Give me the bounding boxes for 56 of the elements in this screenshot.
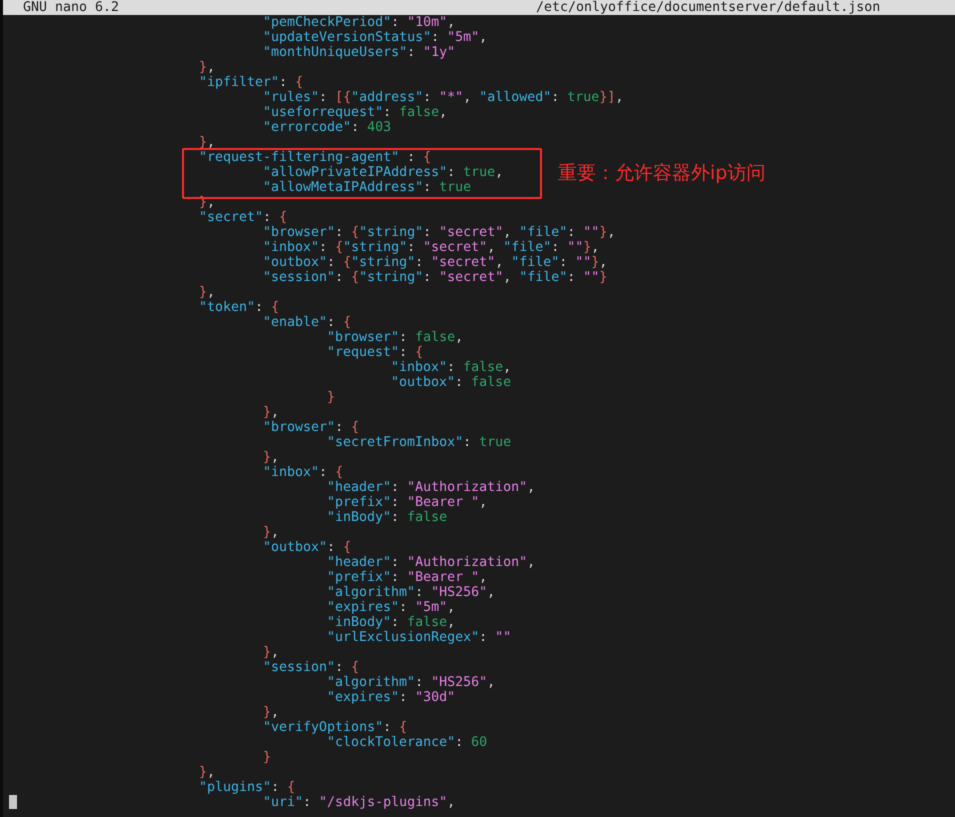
code-line: "outbox": false: [391, 375, 512, 390]
code-line: "browser": {: [263, 420, 360, 435]
code-line: "updateVersionStatus": "5m",: [263, 30, 488, 45]
code-line: "prefix": "Bearer ",: [327, 570, 488, 585]
code-line: },: [263, 705, 280, 720]
code-line: "browser": false,: [327, 330, 464, 345]
code-line: "allowPrivateIPAddress": true,: [263, 165, 504, 180]
code-line: "inbox": {: [263, 465, 344, 480]
code-line: },: [199, 765, 216, 780]
code-line: },: [263, 405, 280, 420]
code-line: "request": {: [327, 345, 424, 360]
code-line: "rules": [{"address": "*", "allowed": true}],: [263, 90, 624, 105]
code-line: "pemCheckPeriod": "10m",: [263, 15, 456, 30]
code-line: "clockTolerance": 60: [327, 735, 488, 750]
code-line: },: [263, 525, 280, 540]
code-line: "ipfilter": {: [199, 75, 304, 90]
code-line: "verifyOptions": {: [263, 720, 408, 735]
code-line: "inbox": {"string": "secret", "file": ""},: [263, 240, 600, 255]
code-line: "enable": {: [263, 315, 352, 330]
code-line: "plugins": {: [199, 780, 296, 795]
code-line: },: [263, 450, 280, 465]
code-line: "algorithm": "HS256",: [327, 585, 496, 600]
code-line: "expires": "5m",: [327, 600, 456, 615]
code-line: "urlExclusionRegex": "": [327, 630, 512, 645]
code-line: },: [263, 645, 280, 660]
code-line: "session": {: [263, 660, 360, 675]
code-line: "header": "Authorization",: [327, 555, 536, 570]
code-line: "inBody": false: [327, 510, 448, 525]
code-line: "allowMetaIPAddress": true: [263, 180, 472, 195]
code-line: "expires": "30d": [327, 690, 456, 705]
code-line: "header": "Authorization",: [327, 480, 536, 495]
code-line: },: [199, 285, 216, 300]
code-line: "secretFromInbox": true: [327, 435, 512, 450]
code-line: }: [327, 390, 336, 405]
code-line: "monthUniqueUsers": "1y": [263, 45, 456, 60]
app-name: GNU nano 6.2: [23, 0, 120, 15]
code-line: },: [199, 60, 216, 75]
code-line: "request-filtering-agent" : {: [199, 150, 432, 165]
text-cursor: [9, 795, 17, 809]
code-line: "token": {: [199, 300, 280, 315]
code-line: }: [263, 750, 272, 765]
code-line: "uri": "/sdkjs-plugins",: [263, 795, 456, 810]
code-line: "secret": {: [199, 210, 288, 225]
code-line: "session": {"string": "secret", "file": ""}: [263, 270, 608, 285]
code-line: "outbox": {"string": "secret", "file": ""},: [263, 255, 608, 270]
code-line: "inBody": false,: [327, 615, 456, 630]
code-line: "inbox": false,: [391, 360, 512, 375]
annotation-text: 重要：允许容器外ip访问: [558, 161, 766, 186]
code-line: "outbox": {: [263, 540, 352, 555]
code-line: "algorithm": "HS256",: [327, 675, 496, 690]
code-line: },: [199, 135, 216, 150]
code-line: "useforrequest": false,: [263, 105, 448, 120]
code-line: "browser": {"string": "secret", "file": ""},: [263, 225, 616, 240]
file-name: /etc/onlyoffice/documentserver/default.json: [536, 0, 880, 15]
code-line: "errorcode": 403: [263, 120, 392, 135]
code-line: "prefix": "Bearer ",: [327, 495, 488, 510]
